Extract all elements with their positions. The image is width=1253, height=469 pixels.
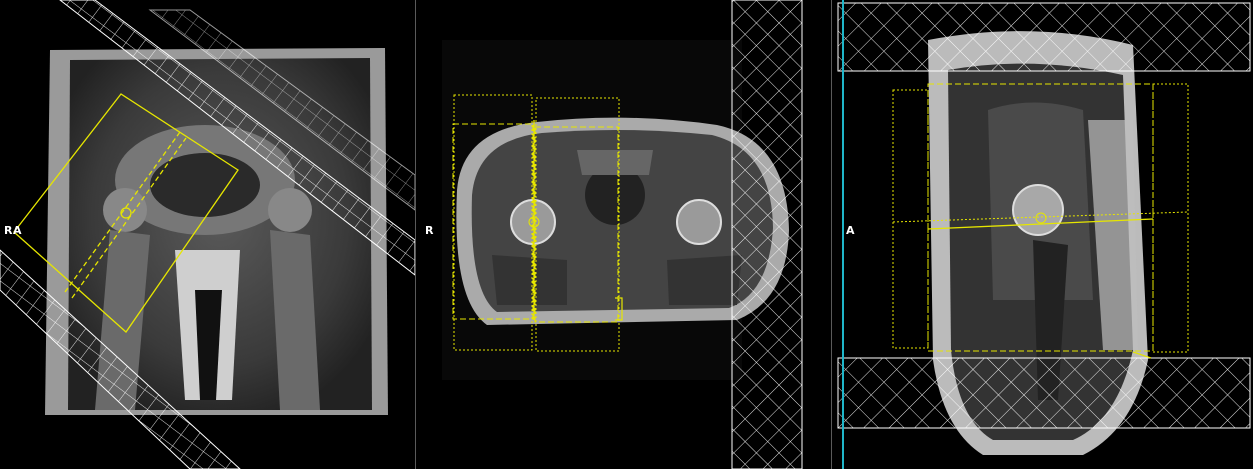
coronal-image (0, 0, 415, 469)
sagittal-orientation-label: A (846, 224, 856, 237)
axial-image (442, 0, 803, 469)
coronal-orientation-label: RA (4, 224, 22, 237)
coronal-viewport[interactable]: RA (0, 0, 415, 469)
sagittal-image (837, 0, 1251, 469)
sagittal-viewport[interactable]: A (833, 0, 1253, 469)
axial-viewport[interactable]: R (417, 0, 831, 469)
viewport-divider (831, 0, 832, 469)
viewport-divider (415, 0, 416, 469)
axial-orientation-label: R (425, 224, 434, 237)
